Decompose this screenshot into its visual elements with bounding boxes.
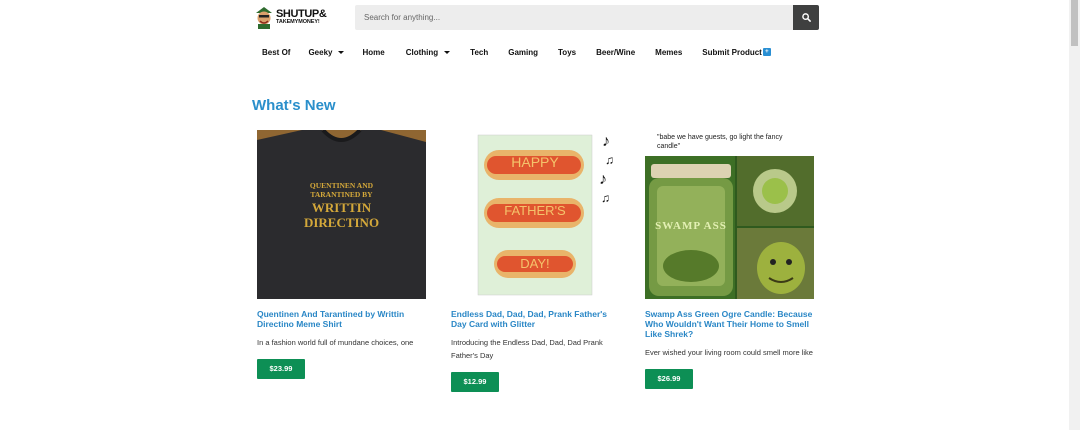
product-card: "babe we have guests, go light the fancy…	[645, 130, 815, 389]
nav-label: Geeky	[308, 47, 333, 57]
nav-label: Beer/Wine	[596, 47, 636, 57]
product-description: Introducing the Endless Dad, Dad, Dad Pr…	[451, 338, 603, 360]
product-image-card[interactable]: ♪ ♫ ♪ ♫ HAPPY FATHER'S DAY!	[451, 130, 620, 299]
product-title[interactable]: Endless Dad, Dad, Dad, Prank Father's Da…	[451, 309, 621, 329]
nav-item-tech[interactable]: Tech	[462, 42, 496, 62]
svg-text:♪: ♪	[602, 133, 610, 150]
search-bar	[355, 5, 819, 30]
product-image-candle[interactable]: "babe we have guests, go light the fancy…	[645, 130, 814, 299]
main-nav: Best Of Geeky Home Clothing Tech Gaming …	[254, 42, 779, 62]
nav-label: Gaming	[508, 47, 539, 57]
price-button[interactable]: $12.99	[451, 372, 499, 392]
chevron-down-icon	[444, 50, 451, 54]
shirt-print-text: QUENTINEN AND TARANTINED BY WRITTIN DIRE…	[257, 182, 426, 229]
chevron-down-icon	[338, 50, 345, 54]
price-button[interactable]: $23.99	[257, 359, 305, 379]
svg-text:♫: ♫	[605, 153, 614, 167]
section-title: What's New	[252, 97, 336, 114]
nav-item-geeky[interactable]: Geeky	[300, 42, 352, 62]
product-card: ♪ ♫ ♪ ♫ HAPPY FATHER'S DAY! Endless Dad,…	[451, 130, 621, 392]
logo-mascot-icon	[254, 5, 274, 29]
price-button[interactable]: $26.99	[645, 369, 693, 389]
candle-label-text: SWAMP ASS	[655, 220, 727, 232]
svg-text:♫: ♫	[601, 191, 610, 205]
product-description: In a fashion world full of mundane choic…	[257, 338, 414, 347]
nav-label: Memes	[655, 47, 683, 57]
nav-label: Toys	[558, 47, 577, 57]
product-card: QUENTINEN AND TARANTINED BY WRITTIN DIRE…	[257, 130, 427, 379]
scrollbar-thumb[interactable]	[1071, 0, 1078, 46]
nav-label: Submit Product	[702, 47, 762, 57]
site-logo[interactable]: SHUTUP& TAKEMYMONEY!	[254, 4, 327, 30]
search-icon	[801, 9, 811, 27]
nav-label: Tech	[470, 47, 489, 57]
card-text-day: DAY!	[520, 256, 550, 271]
product-title[interactable]: Quentinen And Tarantined by Writtin Dire…	[257, 309, 427, 329]
product-title[interactable]: Swamp Ass Green Ogre Candle: Because Who…	[645, 309, 815, 339]
nav-label: Clothing	[405, 47, 439, 57]
nav-item-home[interactable]: Home	[354, 42, 392, 62]
product-description: Ever wished your living room could smell…	[645, 348, 813, 357]
nav-item-memes[interactable]: Memes	[647, 42, 690, 62]
logo-sub-text: TAKEMYMONEY!	[276, 18, 320, 25]
nav-item-best-of[interactable]: Best Of	[254, 42, 298, 62]
meme-caption: "babe we have guests, go light the fancy…	[657, 134, 783, 150]
submit-badge-icon: +	[762, 48, 771, 56]
page-scrollbar[interactable]	[1069, 0, 1080, 430]
svg-text:♪: ♪	[599, 171, 607, 188]
shirt-line: WRITTIN	[311, 200, 372, 215]
nav-label: Home	[362, 47, 385, 57]
nav-item-clothing[interactable]: Clothing	[398, 42, 458, 62]
nav-label: Best Of	[262, 47, 291, 57]
nav-item-submit-product[interactable]: Submit Product +	[694, 42, 779, 62]
search-button[interactable]	[793, 5, 819, 30]
shirt-line: DIRECTINO	[303, 215, 380, 230]
nav-item-gaming[interactable]: Gaming	[500, 42, 546, 62]
shirt-line: TARANTINED BY	[310, 189, 373, 199]
product-image-shirt[interactable]: QUENTINEN AND TARANTINED BY WRITTIN DIRE…	[257, 130, 426, 299]
card-text-happy: HAPPY	[511, 154, 559, 170]
card-text-fathers: FATHER'S	[504, 203, 566, 218]
nav-item-toys[interactable]: Toys	[550, 42, 584, 62]
search-input[interactable]	[355, 5, 793, 30]
nav-item-beer-wine[interactable]: Beer/Wine	[588, 42, 643, 62]
shirt-line: QUENTINEN AND	[309, 181, 374, 190]
